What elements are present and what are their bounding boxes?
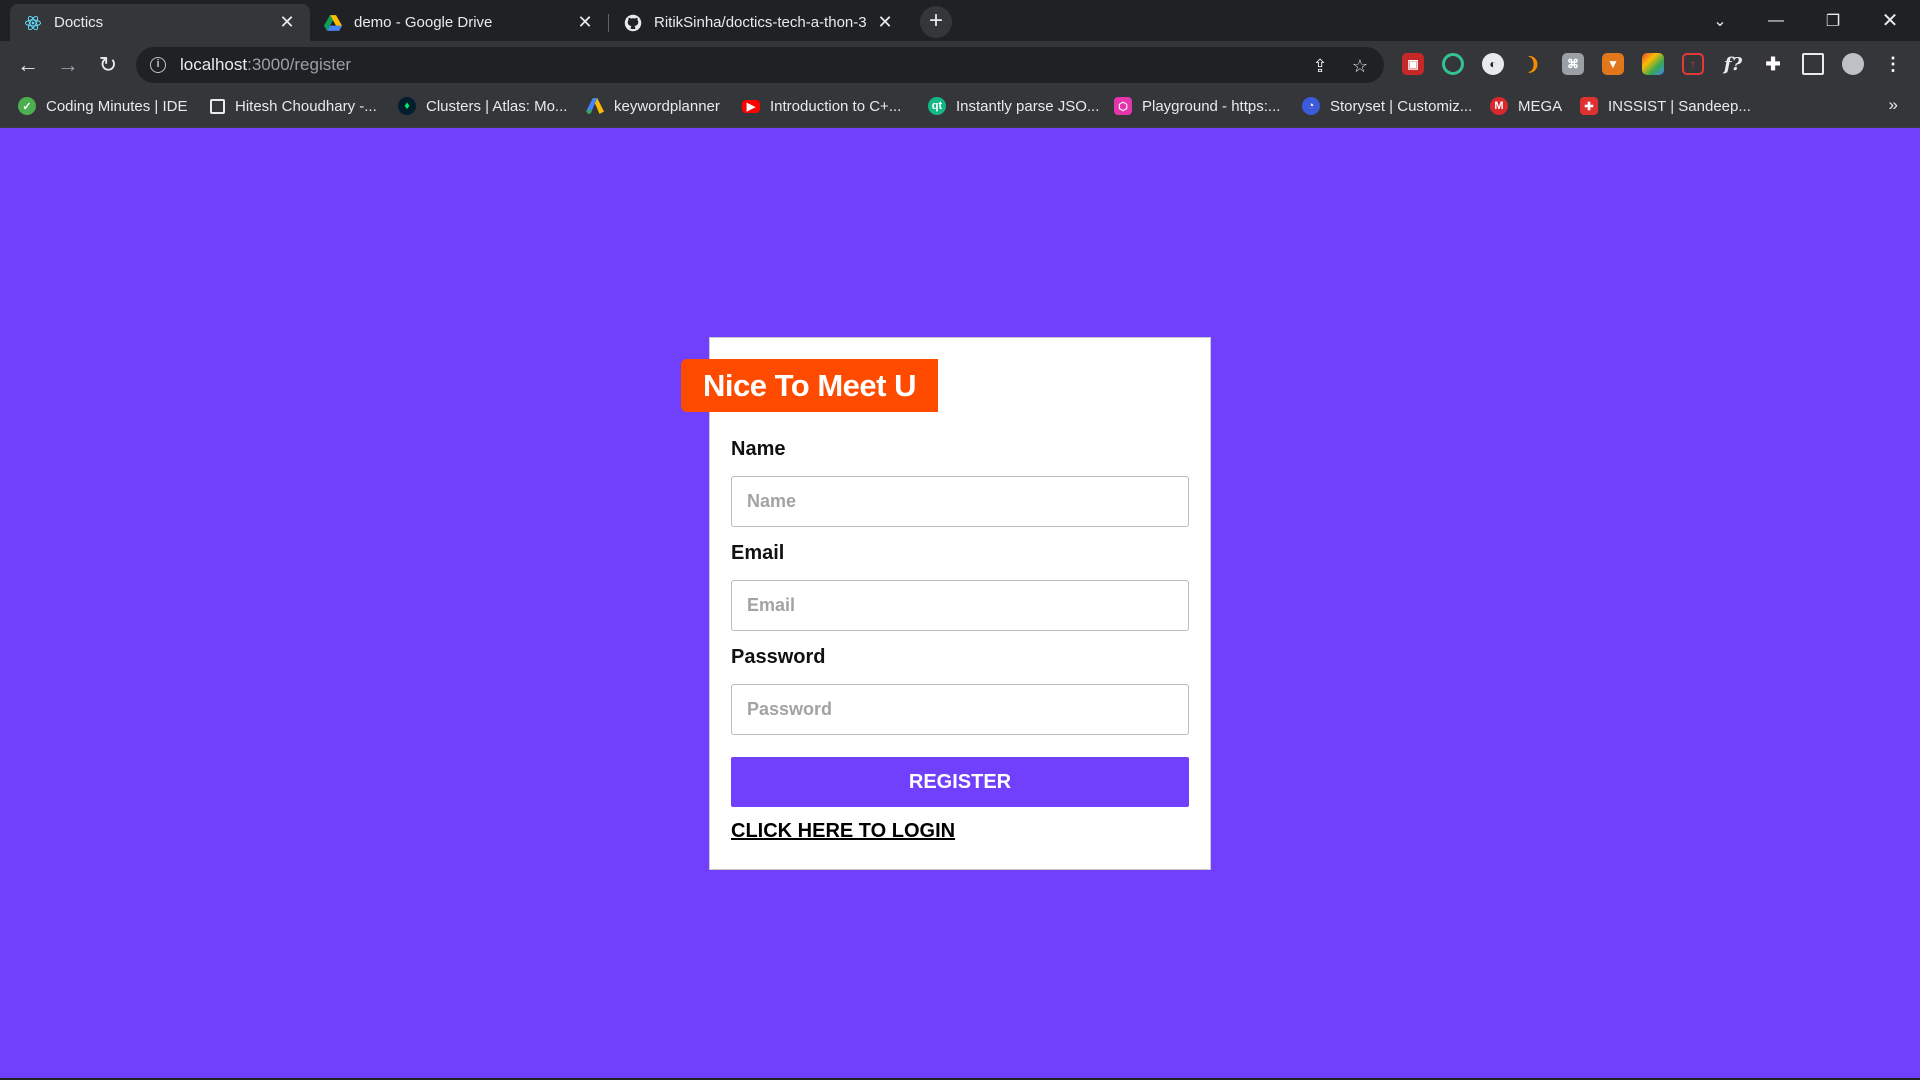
side-panel-icon[interactable]: [1802, 53, 1824, 75]
extension-3-icon[interactable]: ◐: [1482, 53, 1504, 75]
extensions-puzzle-icon[interactable]: ✚: [1762, 53, 1784, 75]
mega-icon: M: [1490, 97, 1508, 115]
name-label: Name: [731, 438, 786, 460]
bookmark-label: Hitesh Choudhary -...: [235, 97, 377, 115]
google-ads-icon: [586, 97, 604, 115]
close-tab-icon[interactable]: ✕: [876, 12, 894, 33]
password-input[interactable]: [731, 684, 1189, 735]
bookmark-label: MEGA: [1518, 97, 1563, 115]
tab-google-drive[interactable]: demo - Google Drive ✕: [310, 4, 608, 41]
extension-1-icon[interactable]: ▣: [1402, 53, 1424, 75]
tab-title: Doctics: [54, 14, 104, 31]
google-drive-icon: [324, 14, 342, 32]
graphql-icon: ⬡: [1114, 97, 1132, 115]
bookmark-youtube[interactable]: ▶ Introduction to C+...: [742, 89, 901, 123]
extension-8-icon[interactable]: ↑: [1682, 53, 1704, 75]
extension-4-icon[interactable]: ❩: [1522, 53, 1544, 75]
page-title-banner: Nice To Meet U: [681, 359, 938, 412]
metamask-icon[interactable]: ▼: [1602, 53, 1624, 75]
extension-5-icon[interactable]: ⌘: [1562, 53, 1584, 75]
check-circle-icon: ✓: [18, 97, 36, 115]
restore-icon[interactable]: ❐: [1805, 0, 1861, 41]
bookmark-coding-minutes[interactable]: ✓ Coding Minutes | IDE: [18, 89, 187, 123]
close-window-icon[interactable]: ✕: [1862, 0, 1918, 41]
login-link[interactable]: CLICK HERE TO LOGIN: [731, 820, 955, 843]
new-tab-button[interactable]: +: [920, 6, 952, 38]
mongodb-leaf-icon: ♦: [398, 97, 416, 115]
email-input[interactable]: [731, 580, 1189, 631]
tab-doctics[interactable]: Doctics ✕: [10, 4, 310, 41]
forward-arrow-icon[interactable]: →: [52, 49, 84, 81]
bookmark-quicktype[interactable]: qt Instantly parse JSO...: [928, 89, 1099, 123]
github-icon: [624, 14, 642, 32]
bookmark-label: INSSIST | Sandeep...: [1608, 97, 1751, 115]
bookmark-label: keywordplanner: [614, 97, 720, 115]
close-tab-icon[interactable]: ✕: [278, 12, 296, 33]
bookmark-label: Clusters | Atlas: Mo...: [426, 97, 568, 115]
minimize-icon[interactable]: —: [1748, 0, 1804, 41]
browser-toolbar: ← → ↻ i localhost:3000/register ⇪ ☆ ▣ ◐ …: [0, 41, 1920, 89]
browser-tab-strip: Doctics ✕ demo - Google Drive ✕ RitikSin…: [0, 0, 1920, 41]
register-button[interactable]: REGISTER: [731, 757, 1189, 807]
youtube-icon: ▶: [742, 99, 760, 113]
bookmark-atlas[interactable]: ♦ Clusters | Atlas: Mo...: [398, 89, 567, 123]
menu-kebab-icon[interactable]: ⋮: [1882, 53, 1904, 75]
address-bar[interactable]: i localhost:3000/register ⇪ ☆: [136, 47, 1384, 83]
tab-search-icon[interactable]: ⌄: [1692, 0, 1748, 41]
reload-icon[interactable]: ↻: [92, 49, 124, 81]
bookmark-inssist[interactable]: ✚ INSSIST | Sandeep...: [1580, 89, 1751, 123]
bookmarks-bar: ✓ Coding Minutes | IDE Hitesh Choudhary …: [0, 89, 1920, 128]
font-finder-icon[interactable]: f?: [1722, 53, 1744, 75]
bookmarks-overflow-icon[interactable]: »: [1889, 95, 1898, 115]
url-host: localhost: [180, 55, 248, 74]
bookmark-label: Instantly parse JSO...: [956, 97, 1100, 115]
quicktype-icon: qt: [928, 97, 946, 115]
name-input[interactable]: [731, 476, 1189, 527]
site-info-icon[interactable]: i: [150, 57, 166, 73]
close-tab-icon[interactable]: ✕: [576, 12, 594, 33]
email-label: Email: [731, 542, 785, 564]
storyset-icon: ◔: [1302, 97, 1320, 115]
bookmark-label: Playground - https:...: [1142, 97, 1281, 115]
share-icon[interactable]: ⇪: [1310, 56, 1330, 76]
bookmark-mega[interactable]: M MEGA: [1490, 89, 1562, 123]
bookmark-label: Storyset | Customiz...: [1330, 97, 1473, 115]
color-picker-icon[interactable]: [1642, 53, 1664, 75]
square-icon: [210, 98, 225, 114]
tab-github[interactable]: RitikSinha/doctics-tech-a-thon-3 ✕: [610, 4, 908, 41]
url-path: :3000/register: [247, 55, 352, 74]
inssist-icon: ✚: [1580, 97, 1598, 115]
react-icon: [24, 14, 42, 32]
bookmark-label: Coding Minutes | IDE: [46, 97, 188, 115]
tab-title: RitikSinha/doctics-tech-a-thon-3: [654, 14, 867, 31]
bookmark-hitesh[interactable]: Hitesh Choudhary -...: [210, 89, 377, 123]
extension-2-icon[interactable]: [1442, 53, 1464, 75]
tab-separator: [608, 14, 609, 32]
bookmark-storyset[interactable]: ◔ Storyset | Customiz...: [1302, 89, 1472, 123]
back-arrow-icon[interactable]: ←: [12, 49, 44, 81]
bookmark-keywordplanner[interactable]: keywordplanner: [586, 89, 720, 123]
profile-avatar-icon[interactable]: [1842, 53, 1864, 75]
tab-title: demo - Google Drive: [354, 14, 493, 31]
bookmark-playground[interactable]: ⬡ Playground - https:...: [1114, 89, 1280, 123]
bookmark-star-icon[interactable]: ☆: [1350, 56, 1370, 76]
password-label: Password: [731, 646, 826, 668]
bookmark-label: Introduction to C+...: [770, 97, 902, 115]
